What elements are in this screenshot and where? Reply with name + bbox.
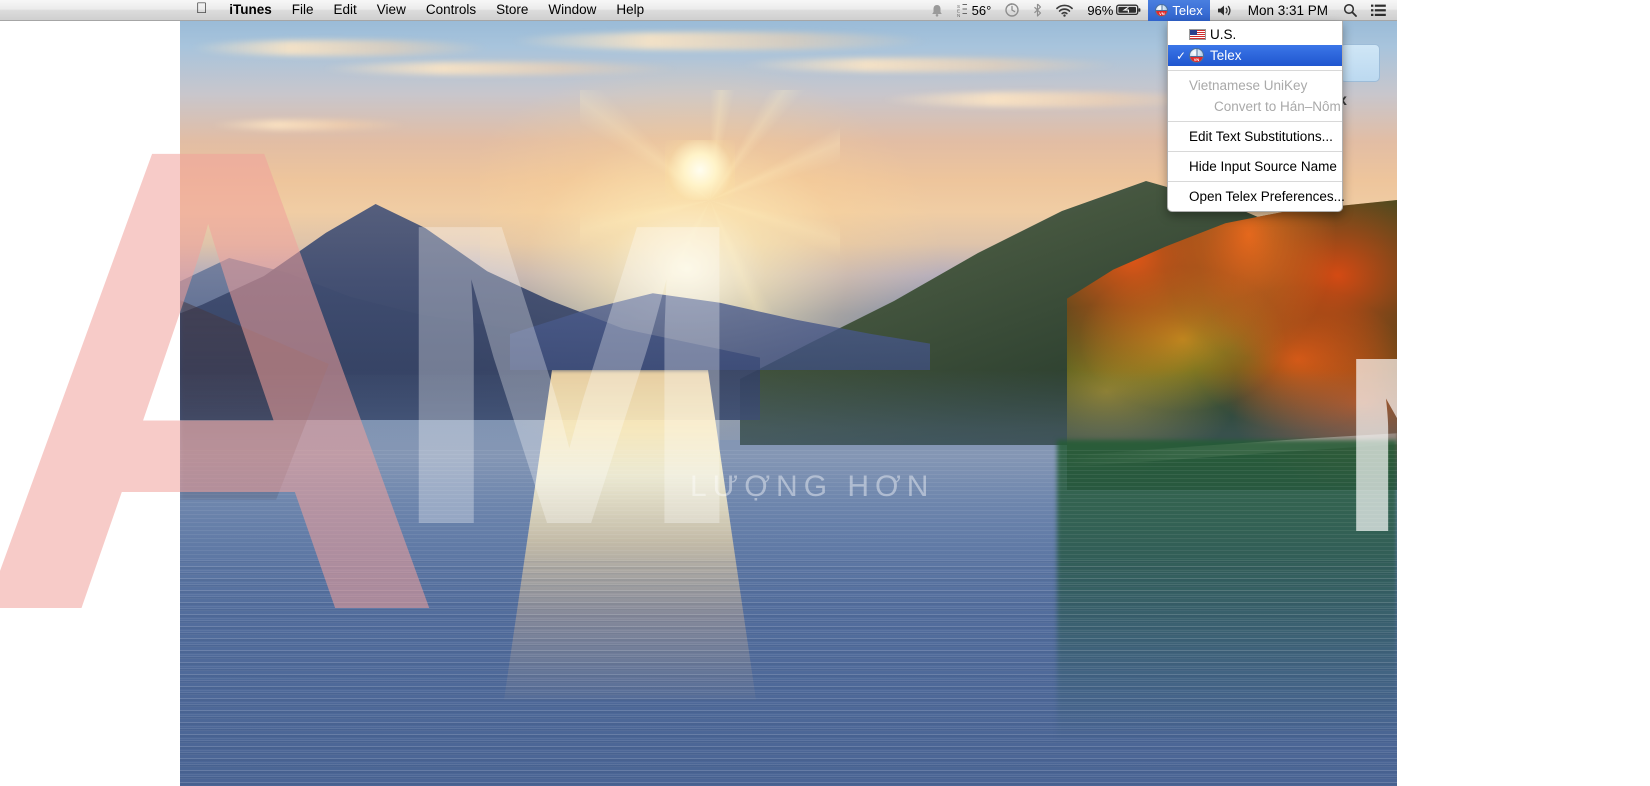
menu-bar:  iTunes File Edit View Controls Store W… bbox=[0, 0, 1397, 21]
menu-item-controls[interactable]: Controls bbox=[416, 0, 486, 20]
menu-item-convert-han-nom: Convert to Hán–Nôm bbox=[1214, 99, 1341, 114]
list-icon[interactable] bbox=[1364, 0, 1393, 21]
weather-icon[interactable]: S E N bbox=[950, 0, 970, 21]
menu-item-window[interactable]: Window bbox=[538, 0, 606, 20]
menu-item-edit[interactable]: Edit bbox=[324, 0, 367, 20]
menu-separator bbox=[1168, 70, 1342, 71]
menu-item-input-source-telex[interactable]: ✓ VN Telex bbox=[1168, 45, 1342, 66]
bluetooth-icon[interactable] bbox=[1026, 0, 1049, 21]
screen: A M LƯỢNG HƠN RENT N CT ® x x  iTunes F… bbox=[0, 0, 1650, 786]
menu-item-hide-input-source-name[interactable]: Hide Input Source Name bbox=[1168, 156, 1342, 177]
menu-item-help[interactable]: Help bbox=[606, 0, 654, 20]
menu-separator bbox=[1168, 121, 1342, 122]
menu-item-app-name[interactable]: iTunes bbox=[219, 0, 282, 20]
cloud-band bbox=[740, 58, 1120, 72]
us-flag-icon bbox=[1189, 29, 1210, 40]
input-source-menu: U.S. ✓ VN Telex Vietnamese UniKey Conver… bbox=[1167, 21, 1345, 212]
menu-item-view[interactable]: View bbox=[367, 0, 416, 20]
cloud-band bbox=[320, 62, 680, 75]
input-source-label: Telex bbox=[1172, 2, 1203, 18]
wifi-icon[interactable] bbox=[1049, 0, 1080, 21]
sun-core bbox=[665, 140, 735, 200]
vietnamese-globe-icon: VN bbox=[1189, 48, 1210, 63]
checkmark-icon: ✓ bbox=[1176, 48, 1187, 63]
menu-item-edit-text-substitutions[interactable]: Edit Text Substitutions... bbox=[1168, 126, 1342, 147]
battery-percent-label[interactable]: 96% bbox=[1080, 0, 1116, 21]
temperature-label[interactable]: 56° bbox=[970, 0, 999, 21]
right-white-margin bbox=[1397, 0, 1650, 786]
menu-bar-clock[interactable]: Mon 3:31 PM bbox=[1240, 0, 1336, 21]
apple-logo-icon[interactable]:  bbox=[188, 0, 219, 18]
time-machine-icon[interactable] bbox=[998, 0, 1026, 21]
menu-bar-status-group: S E N 56° 96% VN Telex Mon 3:31 PM bbox=[924, 0, 1397, 21]
input-source-globe-icon: VN bbox=[1155, 3, 1169, 17]
water-ripples-lower bbox=[180, 560, 1397, 786]
menu-item-input-source-us[interactable]: U.S. bbox=[1168, 24, 1342, 45]
cloud-band bbox=[210, 120, 410, 130]
menu-separator bbox=[1168, 181, 1342, 182]
cloud-band bbox=[190, 40, 490, 56]
volume-icon[interactable] bbox=[1210, 0, 1240, 21]
menu-bar-left-group:  iTunes File Edit View Controls Store W… bbox=[0, 0, 654, 20]
menu-item-open-telex-preferences[interactable]: Open Telex Preferences... bbox=[1168, 186, 1345, 207]
bell-icon[interactable] bbox=[924, 0, 950, 21]
battery-charging-icon[interactable] bbox=[1116, 0, 1148, 21]
background-window-button[interactable] bbox=[1340, 44, 1380, 82]
menu-item-file[interactable]: File bbox=[282, 0, 324, 20]
menu-item-label: Telex bbox=[1210, 48, 1242, 63]
search-icon[interactable] bbox=[1336, 0, 1364, 21]
sun-rays bbox=[580, 90, 840, 320]
menu-item-store[interactable]: Store bbox=[486, 0, 538, 20]
status-item-input-source[interactable]: VN Telex bbox=[1148, 0, 1210, 21]
menu-group-title-unikey: Vietnamese UniKey bbox=[1189, 78, 1308, 93]
menu-item-label: U.S. bbox=[1210, 27, 1237, 42]
menu-separator bbox=[1168, 151, 1342, 152]
cloud-band bbox=[510, 32, 930, 50]
svg-text:N: N bbox=[957, 13, 960, 17]
